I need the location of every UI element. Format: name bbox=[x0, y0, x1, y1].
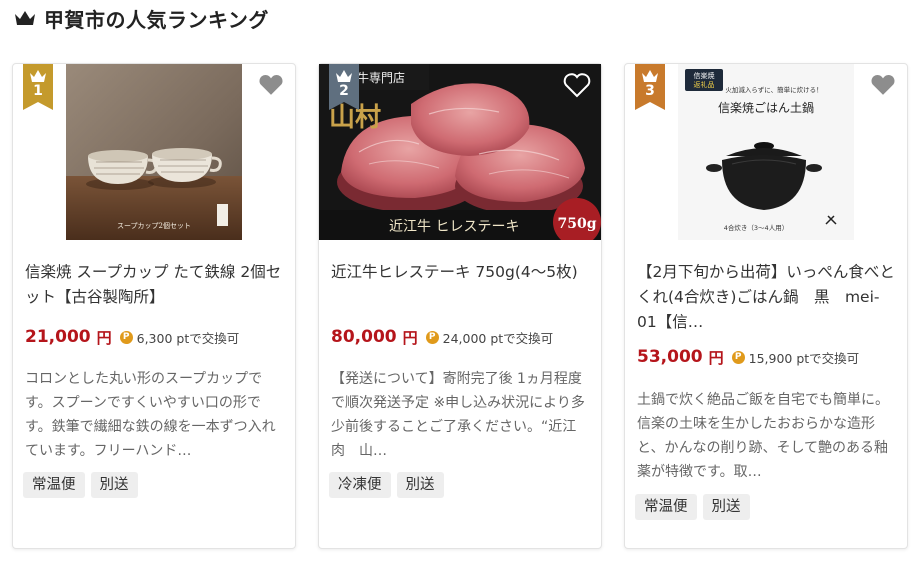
product-card-1[interactable]: スープカップ2個セット 1 信楽焼 スープカップ たて鉄線 2個セット【古谷製陶… bbox=[12, 63, 296, 549]
yen-label: 円 bbox=[96, 328, 112, 347]
steak-photo: 近江牛専門店 山村 近江牛 ヒレステーキ 750g bbox=[319, 64, 601, 240]
rank-number: 3 bbox=[645, 83, 655, 99]
ranking-header: 甲賀市の人気ランキング bbox=[14, 4, 269, 32]
product-image[interactable]: 近江牛専門店 山村 近江牛 ヒレステーキ 750g 2 bbox=[319, 64, 601, 240]
image-top-text: 火加減入らずに、簡単に炊ける！ bbox=[725, 85, 822, 94]
product-image[interactable]: スープカップ2個セット 1 bbox=[13, 64, 295, 240]
points-text: 6,300 ptで交換可 bbox=[136, 330, 240, 346]
tag-separate: 別送 bbox=[396, 472, 444, 498]
donabe-photo: 信楽焼 返礼品 火加減入らずに、簡単に炊ける！ 信楽焼ごはん土鍋 4合炊き（3〜… bbox=[678, 64, 854, 240]
point-icon: P bbox=[119, 330, 133, 344]
image-label: 近江牛 ヒレステーキ bbox=[389, 219, 519, 235]
tag-separate: 別送 bbox=[90, 472, 138, 498]
image-title: 信楽焼ごはん土鍋 bbox=[718, 100, 814, 115]
image-weight: 750g bbox=[557, 216, 596, 232]
point-icon: P bbox=[731, 350, 745, 364]
rank-badge: 2 bbox=[329, 64, 359, 110]
product-description: 土鍋で炊く絶品ご飯を自宅でも簡単に。信楽の土味を生かしたおおらかな造形と、かんな… bbox=[637, 392, 889, 480]
heart-icon[interactable] bbox=[257, 72, 285, 98]
price: 21,000 bbox=[25, 327, 91, 347]
rank-number: 2 bbox=[339, 83, 349, 99]
point-icon: P bbox=[425, 330, 439, 344]
price-row: 53,000 円 P 15,900 ptで交換可 bbox=[637, 344, 899, 370]
yen-label: 円 bbox=[708, 348, 724, 367]
crown-icon bbox=[15, 11, 35, 25]
heart-icon[interactable] bbox=[563, 72, 591, 98]
tag-list: 常温便 別送 bbox=[23, 472, 144, 498]
rank-badge: 3 bbox=[635, 64, 665, 110]
tag-shipping: 冷凍便 bbox=[329, 472, 391, 498]
product-image[interactable]: 信楽焼 返礼品 火加減入らずに、簡単に炊ける！ 信楽焼ごはん土鍋 4合炊き（3〜… bbox=[625, 64, 907, 240]
price: 53,000 bbox=[637, 347, 703, 367]
image-caption: スープカップ2個セット bbox=[117, 221, 191, 230]
product-card-2[interactable]: 近江牛専門店 山村 近江牛 ヒレステーキ 750g 2 近江牛ヒレステーキ 75… bbox=[318, 63, 602, 549]
product-card-3[interactable]: 信楽焼 返礼品 火加減入らずに、簡単に炊ける！ 信楽焼ごはん土鍋 4合炊き（3〜… bbox=[624, 63, 908, 549]
tag-shipping: 常温便 bbox=[23, 472, 85, 498]
image-caption: 4合炊き（3〜4人用） bbox=[724, 223, 788, 232]
product-title[interactable]: 信楽焼 スープカップ たて鉄線 2個セット【古谷製陶所】 bbox=[25, 260, 283, 310]
product-description: 【発送について】寄附完了後 1ヵ月程度で順次発送予定 ※申し込み状況により多少前… bbox=[331, 371, 585, 459]
price-row: 80,000 円 P 24,000 ptで交換可 bbox=[331, 324, 593, 350]
tag-list: 冷凍便 別送 bbox=[329, 472, 450, 498]
soup-cup-photo: スープカップ2個セット bbox=[66, 64, 242, 240]
product-title[interactable]: 近江牛ヒレステーキ 750g(4〜5枚) bbox=[331, 260, 589, 285]
points-text: 15,900 ptで交換可 bbox=[748, 350, 860, 366]
page-title: 甲賀市の人気ランキング bbox=[44, 7, 269, 32]
product-description: コロンとした丸い形のスープカップです。スプーンですくいやすい口の形です。鉄筆で繊… bbox=[25, 371, 276, 459]
price-row: 21,000 円 P 6,300 ptで交換可 bbox=[25, 324, 287, 350]
image-tag1: 信楽焼 bbox=[694, 71, 715, 80]
rank-number: 1 bbox=[33, 83, 43, 99]
rank-badge: 1 bbox=[23, 64, 53, 110]
points-text: 24,000 ptで交換可 bbox=[442, 330, 554, 346]
heart-icon[interactable] bbox=[869, 72, 897, 98]
yen-label: 円 bbox=[402, 328, 418, 347]
product-title[interactable]: 【2月下旬から出荷】いっぺん食べとくれ(4合炊き)ごはん鍋 黒 mei-01【信… bbox=[637, 260, 895, 335]
tag-shipping: 常温便 bbox=[635, 494, 697, 520]
tag-list: 常温便 別送 bbox=[635, 494, 756, 520]
price: 80,000 bbox=[331, 327, 397, 347]
image-tag2: 返礼品 bbox=[694, 80, 715, 89]
tag-separate: 別送 bbox=[702, 494, 750, 520]
